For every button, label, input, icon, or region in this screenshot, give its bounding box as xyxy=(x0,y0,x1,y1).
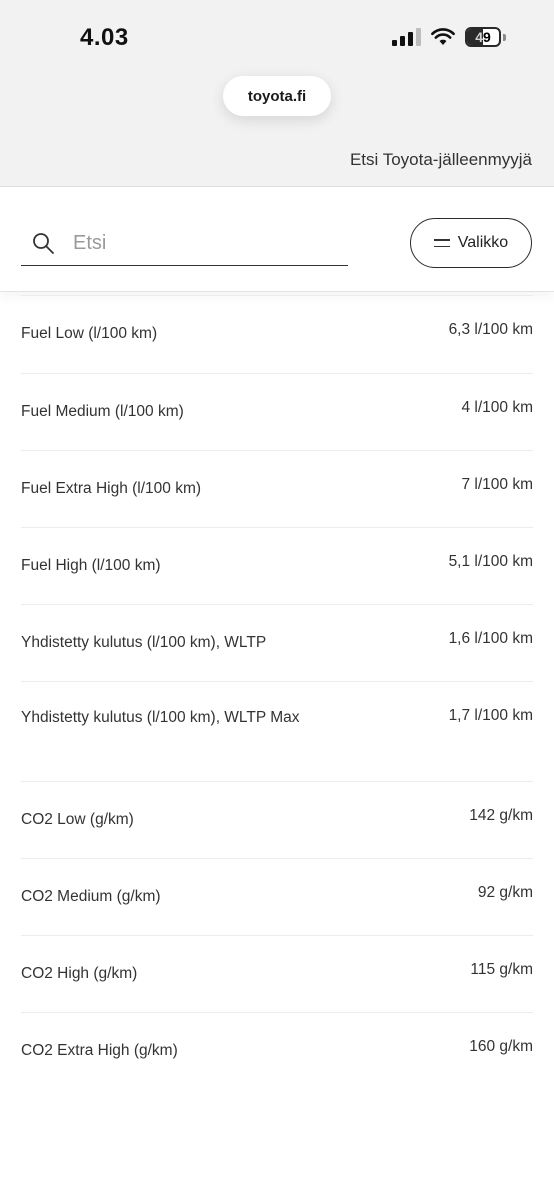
status-icons: 49 xyxy=(392,26,506,48)
spec-row: CO2 Extra High (g/km) 160 g/km xyxy=(21,1012,533,1089)
spec-value: 142 g/km xyxy=(469,807,533,824)
spec-label: Yhdistetty kulutus (l/100 km), WLTP Max xyxy=(21,709,300,726)
spec-label: Fuel Medium (l/100 km) xyxy=(21,403,184,420)
spec-label: Fuel Low (l/100 km) xyxy=(21,325,158,342)
browser-top-bar: 4.03 49 toyota.fi Etsi Toyota-jälleenmyy… xyxy=(0,0,554,187)
spec-value: 92 g/km xyxy=(477,884,533,901)
spec-row: Yhdistetty kulutus (l/100 km), WLTP Max … xyxy=(21,681,533,781)
spec-label: Yhdistetty kulutus (l/100 km), WLTP xyxy=(21,634,267,651)
spec-list: Fuel Low (l/100 km) 6,3 l/100 km Fuel Me… xyxy=(21,295,533,1089)
menu-button[interactable]: Valikko xyxy=(410,218,532,268)
spec-label: Fuel High (l/100 km) xyxy=(21,557,161,574)
url-bar[interactable]: toyota.fi xyxy=(223,76,331,116)
wifi-icon xyxy=(431,28,455,45)
search-header: Valikko xyxy=(0,187,554,292)
spec-value: 4 l/100 km xyxy=(461,399,533,416)
spec-row: Fuel Extra High (l/100 km) 7 l/100 km xyxy=(21,450,533,527)
spec-row: CO2 Medium (g/km) 92 g/km xyxy=(21,858,533,935)
battery-level: 49 xyxy=(475,29,491,45)
status-time: 4.03 xyxy=(80,24,129,51)
spec-row: CO2 Low (g/km) 142 g/km xyxy=(21,781,533,858)
spec-label: CO2 Medium (g/km) xyxy=(21,888,161,905)
spec-value: 5,1 l/100 km xyxy=(448,553,533,570)
spec-label: Fuel Extra High (l/100 km) xyxy=(21,480,202,497)
spec-value: 7 l/100 km xyxy=(461,476,533,493)
spec-value: 1,7 l/100 km xyxy=(448,707,533,724)
spec-row: Fuel Medium (l/100 km) 4 l/100 km xyxy=(21,373,533,450)
search-field[interactable] xyxy=(21,221,348,266)
spec-value: 160 g/km xyxy=(469,1038,533,1055)
spec-value: 115 g/km xyxy=(470,961,533,978)
menu-icon xyxy=(433,239,450,247)
spec-label: CO2 Extra High (g/km) xyxy=(21,1042,178,1059)
spec-label: CO2 Low (g/km) xyxy=(21,811,134,828)
menu-label: Valikko xyxy=(457,234,509,251)
search-input[interactable] xyxy=(71,230,315,256)
find-dealer-link[interactable]: Etsi Toyota-jälleenmyyjä xyxy=(350,150,532,170)
spec-value: 1,6 l/100 km xyxy=(448,630,533,647)
spec-label: CO2 High (g/km) xyxy=(21,965,138,982)
url-text: toyota.fi xyxy=(247,87,307,105)
search-icon xyxy=(33,233,54,254)
spec-row: Fuel High (l/100 km) 5,1 l/100 km xyxy=(21,527,533,604)
cellular-signal-icon xyxy=(392,28,421,46)
spec-row: Fuel Low (l/100 km) 6,3 l/100 km xyxy=(21,295,533,373)
spec-row: CO2 High (g/km) 115 g/km xyxy=(21,935,533,1012)
battery-cap xyxy=(503,33,506,41)
battery-icon: 49 xyxy=(465,27,501,47)
spec-row: Yhdistetty kulutus (l/100 km), WLTP 1,6 … xyxy=(21,604,533,681)
spec-value: 6,3 l/100 km xyxy=(448,321,533,338)
